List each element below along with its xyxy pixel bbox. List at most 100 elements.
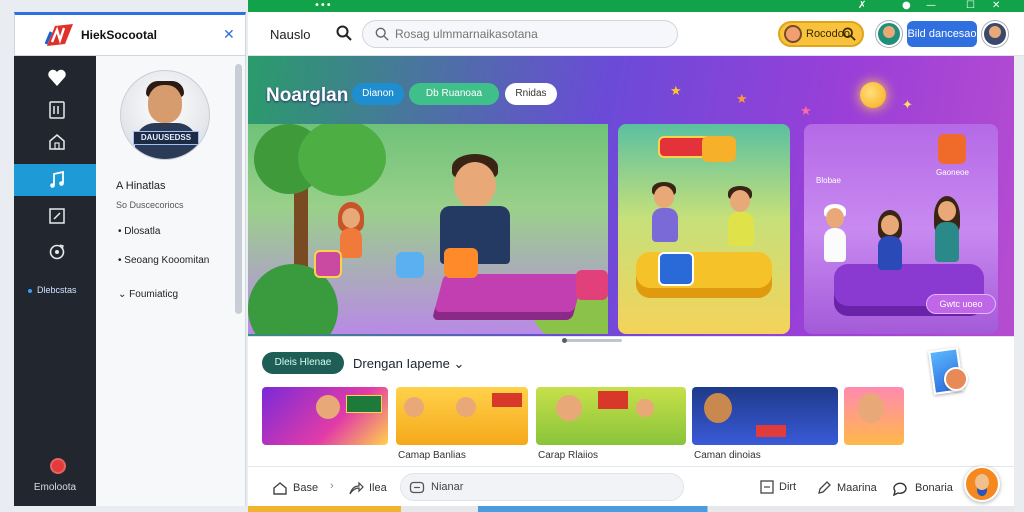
panel-scrollbar[interactable] [235,64,242,314]
body [652,208,678,242]
pin-icon[interactable]: ✗ [858,0,866,12]
card-sign [346,395,382,413]
toy-cube [314,250,342,278]
hero-banner: Noarglan Dianon Db Ruanoaa Rnidas ★ ★ ★ … [248,56,1014,336]
section-title[interactable]: Drengan Iapeme ⌄ [353,356,464,372]
body [878,236,902,270]
search-icon[interactable] [336,25,352,41]
content-card-2[interactable] [536,387,686,445]
search-input[interactable] [395,25,665,43]
panel-item-1[interactable]: So Duscecoriocs [116,200,184,210]
panel-item-3[interactable]: • Seoang Kooomitan [118,255,209,266]
window-dots-icon: ••• [314,0,332,11]
document-icon [760,480,774,494]
character-face [556,395,582,421]
pen-label: Maarina [837,482,877,494]
profile-avatar[interactable]: DAUUSEDSS [120,70,210,160]
home-icon[interactable] [47,132,67,152]
doc-button[interactable]: Dirt [760,480,796,494]
body [824,228,846,262]
document-icon[interactable] [47,100,67,120]
rail-bottom-label[interactable]: Emoloota [20,482,90,493]
avatar[interactable] [876,21,902,47]
close-window-icon[interactable]: ✕ [992,0,1000,12]
hero-chip-1[interactable]: Db Ruanoaa [409,83,499,105]
drag-handle[interactable] [562,339,622,342]
profile-tag: DAUUSEDSS [133,131,199,145]
app-logo-icon [45,24,73,46]
character-face [404,397,424,417]
tree-crown [298,124,386,196]
hero-chip-2[interactable]: Rnidas [505,83,557,105]
character-face [858,393,884,423]
home-label: Base [293,482,319,494]
face [826,208,844,228]
panel-item-2[interactable]: • Dlosatla [118,226,160,237]
hero-title: Noarglan [266,85,349,106]
body [728,212,754,246]
notification-dot-icon[interactable] [50,458,66,474]
home-button[interactable]: Base [272,480,318,496]
profile-panel: DAUUSEDSS A Hinatlas So Duscecoriocs • D… [96,56,246,506]
pen-icon [818,481,831,494]
minimize-icon[interactable]: — [926,0,936,12]
face [938,201,956,221]
record-icon[interactable]: ● [902,0,911,12]
top-bar: Nauslo Rocodoo Bild dancesao [248,12,1024,56]
user-avatar[interactable] [982,21,1008,47]
scene-caption: Gaoneoe [936,168,969,177]
search-icon [375,27,389,41]
body [340,228,362,258]
section-chip[interactable]: Dleis Hlenae [262,352,344,374]
primary-action-button[interactable]: Bild dancesao [907,21,977,47]
card-caption-2: Carap Rlaiios [538,450,599,461]
hero-chip-0[interactable]: Dianon [352,83,404,105]
pen-button[interactable]: Maarina [816,480,877,496]
card-caption-3: Caman dinoias [694,450,761,461]
tablet [658,252,694,286]
floating-avatar-button[interactable] [964,466,1000,502]
star-icon: ★ [736,92,748,107]
panel-item-4[interactable]: ⌄ Foumiaticg [118,289,178,300]
toy-cube [576,270,608,300]
content-card-3[interactable] [692,387,838,445]
refresh-icon[interactable] [47,242,67,262]
panel-item-0[interactable]: A Hinatlas [116,180,166,192]
heart-icon[interactable] [47,68,67,88]
panel-item-2-label: Dlosatla [124,226,161,237]
card-sign [598,391,628,409]
edit-square-icon[interactable] [47,206,67,226]
sofa [636,252,772,298]
panel-item-4-label: Foumiaticg [129,289,179,300]
hero-scene-middle[interactable] [618,124,790,334]
chat-bubble-icon [893,482,907,496]
star-icon: ★ [670,84,682,99]
hero-side-pill[interactable]: Gwtc uoeo [926,294,996,314]
character-face [704,393,732,423]
face [881,215,899,235]
content-card-4[interactable] [844,387,904,445]
face [454,162,496,208]
face [654,186,674,208]
rail-status-label[interactable]: Dlebcstas [28,285,77,295]
scene-caption: Blobae [816,176,841,185]
avatar-face [148,85,182,123]
maximize-icon[interactable]: ☐ [966,0,975,12]
yellow-search-pill[interactable]: Rocodoo [778,21,864,47]
search-box[interactable] [362,20,678,48]
avatar[interactable] [944,367,968,391]
content-card-1[interactable] [396,387,528,445]
toy-cube [938,134,966,164]
panel-item-3-label: Seoang Kooomitan [124,255,210,266]
message-input[interactable]: Nianar [400,473,684,501]
chat-button[interactable]: Bonaria [892,480,953,496]
icon-rail: Dlebcstas Emoloota [14,56,96,506]
close-icon[interactable]: ✕ [223,26,235,43]
star-icon: ★ [800,104,812,119]
music-icon[interactable] [47,170,67,190]
share-button[interactable]: Ilea [348,480,387,496]
star-icon: ✦ [902,98,913,113]
content-card-0[interactable] [262,387,388,445]
hero-scene-left[interactable] [248,124,608,334]
chat-icon [409,481,425,494]
